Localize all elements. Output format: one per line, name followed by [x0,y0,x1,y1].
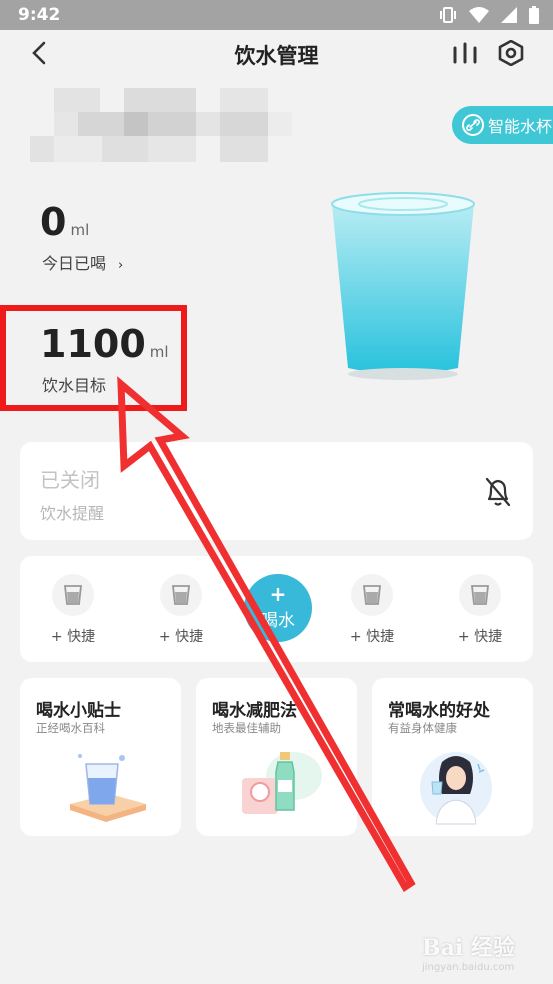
tip-title: 常喝水的好处 [388,701,490,721]
chevron-right-icon: › [118,258,124,273]
reminder-state: 已关闭 [40,468,100,492]
app-bar: 饮水管理 [0,30,553,78]
today-intake-link[interactable]: 今日已喝 › [42,250,123,274]
plus-icon: + [269,582,287,606]
watermark-url: jingyan.baidu.com [422,962,515,973]
quick-slot-label: + 快捷 [349,629,395,645]
quick-slot-2[interactable]: + 快捷 [151,574,211,646]
water-cup-illustration [331,192,475,380]
tip-title: 喝水减肥法 [212,701,297,721]
quick-slot-1[interactable]: + 快捷 [43,574,103,646]
cup-icon [160,574,202,616]
quick-slot-label: + 快捷 [457,629,503,645]
quick-slot-label: + 快捷 [50,629,96,645]
tip-card-2[interactable]: 喝水减肥法 地表最佳辅助 [196,678,357,836]
status-bar: 9:42 [0,0,553,30]
link-icon [462,114,484,136]
stats-icon[interactable] [452,42,478,64]
today-label: 今日已喝 [42,254,107,273]
tip-title: 喝水小贴士 [36,701,121,721]
cup-icon [459,574,501,616]
reminder-label: 饮水提醒 [40,504,105,523]
watermark-brand: Bai 经验 [422,935,515,961]
quick-slot-4[interactable]: + 快捷 [450,574,510,646]
battery-icon [529,6,539,24]
status-time: 9:42 [18,5,61,25]
today-unit: ml [70,221,90,239]
cup-icon [351,574,393,616]
today-value: 0 [40,200,67,244]
cup-icon [52,574,94,616]
drink-water-label: 喝水 [261,611,295,631]
tip-subtitle: 正经喝水百科 [36,721,105,735]
smart-cup-button[interactable]: 智能水杯 [452,106,553,144]
settings-icon[interactable] [498,40,524,66]
today-intake-value: 0 ml [40,200,89,244]
tip-card-1[interactable]: 喝水小贴士 正经喝水百科 [20,678,181,836]
baidu-watermark: Bai 经验 jingyan.baidu.com [422,930,532,973]
wifi-icon [469,7,489,23]
scale-bottle-illustration [242,752,322,814]
blurred-user-info [30,88,292,162]
bell-off-icon[interactable] [483,476,513,508]
drink-water-button[interactable]: + 喝水 [244,574,312,642]
smart-cup-label: 智能水杯 [488,117,553,136]
woman-drinking-illustration [420,752,492,825]
tip-card-3[interactable]: 常喝水的好处 有益身体健康 [372,678,533,836]
quick-slot-3[interactable]: + 快捷 [342,574,402,646]
water-glass-books-illustration [70,754,146,822]
signal-icon [501,7,517,23]
tip-subtitle: 地表最佳辅助 [212,721,281,735]
vibrate-icon [440,7,456,23]
tip-subtitle: 有益身体健康 [388,721,457,735]
status-icons [439,6,539,24]
annotation-highlight-box [0,305,187,411]
reminder-card[interactable]: 已关闭 饮水提醒 [20,442,533,540]
quick-slot-label: + 快捷 [158,629,204,645]
